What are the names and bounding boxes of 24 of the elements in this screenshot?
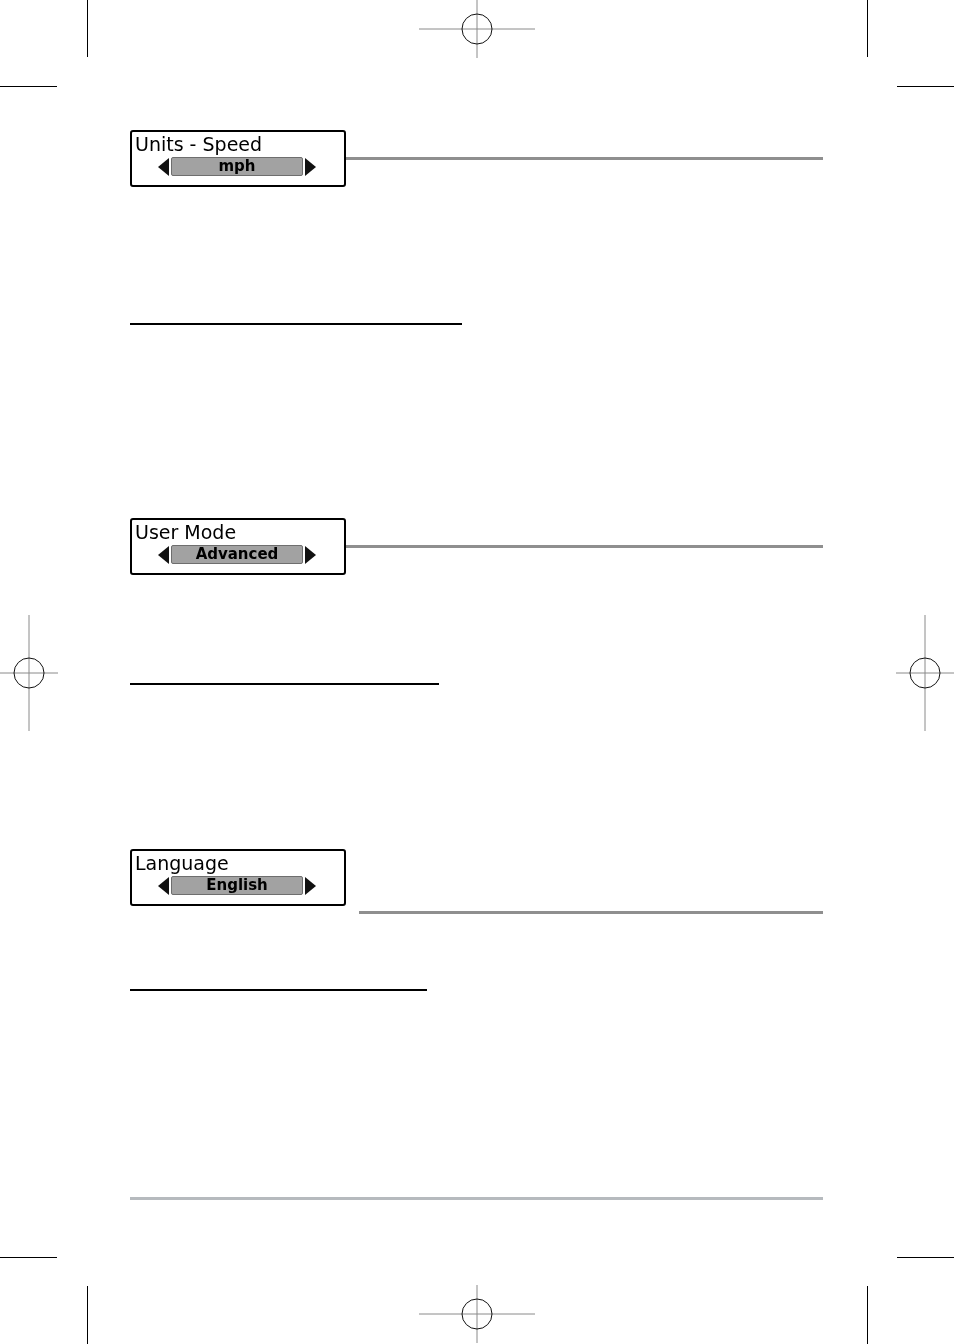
right-triangle-icon[interactable] [305,157,316,176]
crop-mark [867,0,868,57]
crop-mark [0,1257,57,1258]
crop-mark [87,1286,88,1344]
left-triangle-icon[interactable] [158,876,169,895]
registration-mark-icon [419,0,535,58]
registration-mark-icon [0,615,58,731]
right-triangle-icon[interactable] [305,876,316,895]
crop-mark [87,0,88,57]
crop-mark [897,86,954,87]
right-triangle-icon[interactable] [305,545,316,564]
left-triangle-icon[interactable] [158,157,169,176]
registration-mark-icon [419,1285,535,1343]
menu-title: Units - Speed [135,132,263,156]
menu-title: User Mode [135,520,237,544]
crop-mark [0,86,57,87]
registration-mark-icon [896,615,954,731]
left-triangle-icon[interactable] [158,545,169,564]
menu-value[interactable]: English [171,876,303,895]
menu-value[interactable]: Advanced [171,545,303,564]
crop-mark [897,1257,954,1258]
menu-title: Language [135,851,229,875]
menu-value[interactable]: mph [171,157,303,176]
crop-mark [867,1286,868,1344]
